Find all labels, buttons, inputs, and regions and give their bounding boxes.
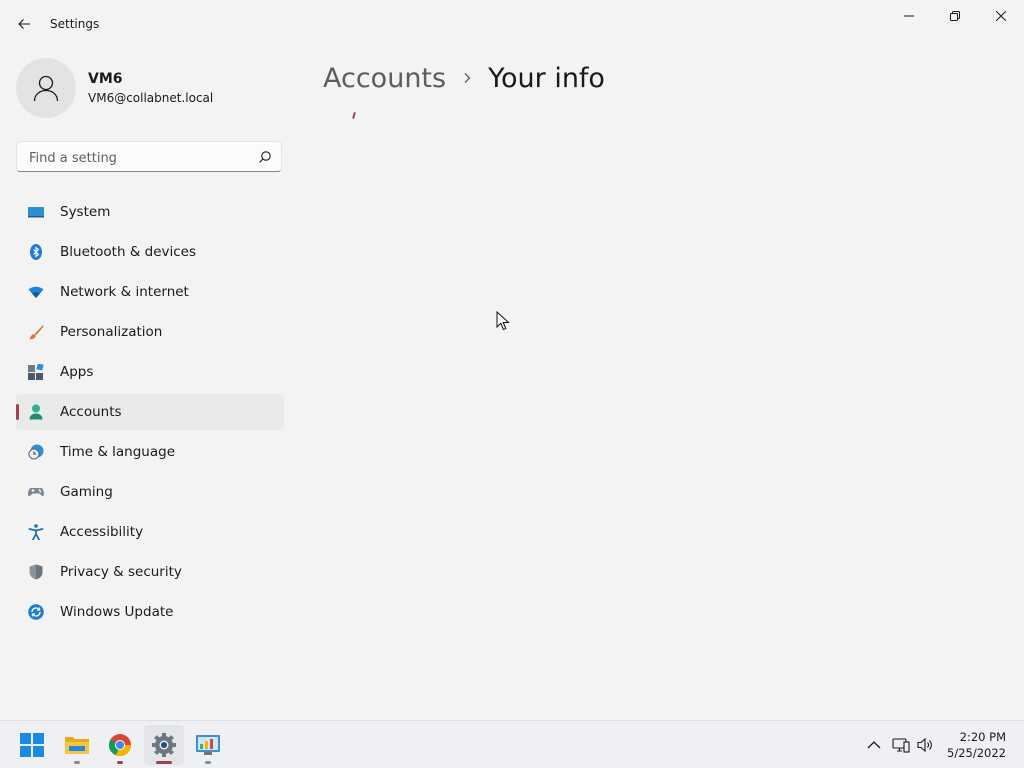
sidebar-item-label: System bbox=[60, 204, 111, 220]
running-indicator bbox=[117, 761, 123, 764]
sidebar-item-label: Privacy & security bbox=[60, 564, 182, 580]
back-button[interactable] bbox=[8, 8, 40, 40]
shield-icon bbox=[28, 564, 44, 580]
network-tray-button[interactable] bbox=[891, 735, 911, 755]
file-explorer-icon bbox=[65, 737, 89, 754]
sidebar-item-network[interactable]: Network & internet bbox=[16, 274, 284, 310]
update-icon bbox=[28, 604, 44, 620]
breadcrumb-parent[interactable]: Accounts bbox=[323, 63, 446, 94]
user-email: VM6@collabnet.local bbox=[88, 91, 214, 105]
taskbar: 2:20 PM 5/25/2022 bbox=[0, 720, 1024, 768]
clock-globe-icon bbox=[28, 444, 44, 460]
user-name: VM6 bbox=[88, 71, 123, 87]
sidebar-nav: System Bluetooth & devices Network & int… bbox=[16, 194, 284, 634]
taskbar-file-explorer[interactable] bbox=[57, 725, 97, 765]
sidebar-item-accessibility[interactable]: Accessibility bbox=[16, 514, 284, 550]
settings-icon bbox=[152, 733, 176, 757]
title-bar: Settings bbox=[0, 0, 1024, 48]
taskbar-chrome[interactable] bbox=[100, 725, 140, 765]
clock-time: 2:20 PM bbox=[959, 730, 1006, 744]
sidebar-item-gaming[interactable]: Gaming bbox=[16, 474, 284, 510]
sidebar-item-label: Network & internet bbox=[60, 284, 189, 300]
window-title: Settings bbox=[50, 17, 100, 31]
taskbar-settings[interactable] bbox=[144, 725, 184, 765]
system-icon bbox=[28, 204, 44, 220]
sidebar-item-label: Bluetooth & devices bbox=[60, 244, 197, 260]
user-profile[interactable]: VM6 VM6@collabnet.local bbox=[16, 56, 286, 120]
person-icon bbox=[33, 75, 59, 102]
running-indicator bbox=[74, 761, 80, 764]
brush-icon bbox=[28, 324, 44, 340]
restore-button[interactable] bbox=[932, 0, 978, 32]
volume-tray-button[interactable] bbox=[916, 735, 936, 755]
settings-window: Settings VM6 VM6@collabnet.local Find a … bbox=[0, 0, 1024, 720]
selection-indicator bbox=[16, 404, 19, 420]
gamepad-icon bbox=[28, 484, 44, 500]
sidebar-item-label: Time & language bbox=[60, 444, 176, 460]
network-wired-icon bbox=[892, 738, 910, 753]
sidebar-item-label: Gaming bbox=[60, 484, 113, 500]
sidebar-item-system[interactable]: System bbox=[16, 194, 284, 230]
sidebar-item-label: Accounts bbox=[60, 404, 122, 420]
avatar[interactable] bbox=[16, 58, 76, 118]
chrome-icon bbox=[108, 734, 132, 757]
sidebar-item-accounts[interactable]: Accounts bbox=[16, 394, 284, 430]
loading-spinner-icon bbox=[352, 111, 356, 120]
minimize-button[interactable] bbox=[886, 0, 932, 32]
minimize-icon bbox=[904, 15, 914, 17]
search-input[interactable] bbox=[27, 147, 251, 169]
apps-icon bbox=[28, 364, 44, 380]
restore-icon bbox=[950, 11, 960, 21]
running-indicator bbox=[205, 761, 211, 764]
chevron-right-icon bbox=[462, 72, 472, 84]
sidebar-item-windows-update[interactable]: Windows Update bbox=[16, 594, 284, 630]
accounts-icon bbox=[28, 404, 44, 420]
page-title: Your info bbox=[488, 62, 605, 94]
mouse-cursor-icon bbox=[496, 311, 510, 331]
sidebar-item-time-language[interactable]: Time & language bbox=[16, 434, 284, 470]
taskbar-clock[interactable]: 2:20 PM 5/25/2022 bbox=[947, 729, 1006, 761]
sidebar-item-label: Windows Update bbox=[60, 604, 174, 620]
sidebar-item-apps[interactable]: Apps bbox=[16, 354, 284, 390]
clock-date: 5/25/2022 bbox=[947, 746, 1006, 760]
accessibility-icon bbox=[28, 524, 44, 540]
running-indicator bbox=[156, 761, 172, 764]
sidebar-item-personalization[interactable]: Personalization bbox=[16, 314, 284, 350]
breadcrumb: Accounts Your info bbox=[323, 58, 605, 98]
back-arrow-icon bbox=[18, 19, 30, 29]
close-icon bbox=[996, 11, 1006, 21]
sidebar-item-label: Accessibility bbox=[60, 524, 144, 540]
start-button[interactable] bbox=[12, 725, 52, 765]
close-button[interactable] bbox=[978, 0, 1024, 32]
search-icon[interactable] bbox=[258, 150, 272, 164]
taskbar-control-panel[interactable] bbox=[188, 725, 228, 765]
show-hidden-icons-button[interactable] bbox=[864, 735, 884, 755]
control-panel-icon bbox=[196, 735, 220, 755]
bluetooth-icon bbox=[28, 244, 44, 260]
sidebar-item-label: Apps bbox=[60, 364, 94, 380]
sidebar-item-privacy[interactable]: Privacy & security bbox=[16, 554, 284, 590]
sidebar-item-bluetooth[interactable]: Bluetooth & devices bbox=[16, 234, 284, 270]
start-icon bbox=[20, 733, 44, 757]
volume-icon bbox=[917, 737, 932, 753]
sidebar-item-label: Personalization bbox=[60, 324, 163, 340]
wifi-icon bbox=[28, 284, 44, 300]
chevron-up-icon bbox=[867, 741, 881, 749]
search-box[interactable] bbox=[16, 141, 282, 172]
